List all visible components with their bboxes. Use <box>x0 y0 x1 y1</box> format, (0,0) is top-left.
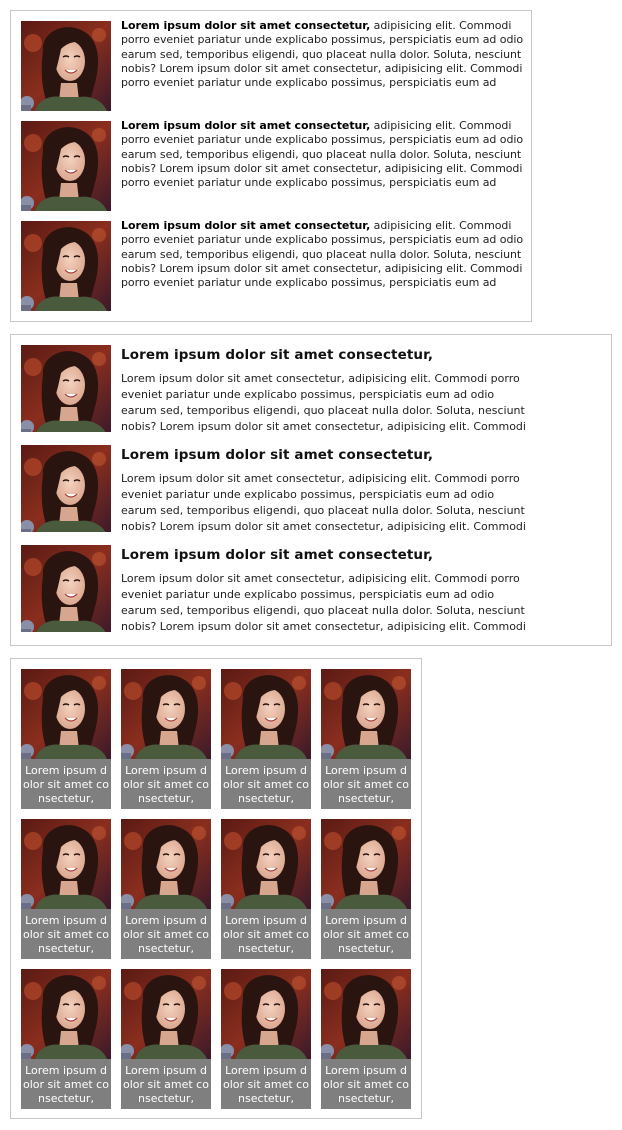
card-caption: Lorem ipsum dolor sit amet consectetur, <box>323 914 409 955</box>
list-section-inline: Lorem ipsum dolor sit amet consectetur, … <box>10 10 532 322</box>
grid-card[interactable]: Lorem ipsum dolor sit amet consectetur, <box>321 819 411 959</box>
card-image[interactable] <box>21 969 111 1059</box>
grid-card[interactable]: Lorem ipsum dolor sit amet consectetur, <box>321 969 411 1109</box>
portrait-photo <box>121 969 211 1059</box>
grid-card[interactable]: Lorem ipsum dolor sit amet consectetur, <box>21 819 111 959</box>
portrait-photo <box>21 121 111 211</box>
thumbnail-image[interactable] <box>21 121 111 211</box>
card-image[interactable] <box>121 669 211 759</box>
card-caption: Lorem ipsum dolor sit amet consectetur, <box>223 1064 309 1105</box>
item-title: Lorem ipsum dolor sit amet consectetur, <box>121 119 371 132</box>
grid-card[interactable]: Lorem ipsum dolor sit amet consectetur, <box>221 969 311 1109</box>
item-heading[interactable]: Lorem ipsum dolor sit amet consectetur, <box>121 547 601 563</box>
item-heading[interactable]: Lorem ipsum dolor sit amet consectetur, <box>121 347 601 363</box>
card-caption: Lorem ipsum dolor sit amet consectetur, <box>123 764 209 805</box>
portrait-photo <box>21 21 111 111</box>
grid-card[interactable]: Lorem ipsum dolor sit amet consectetur, <box>321 669 411 809</box>
portrait-photo <box>221 669 311 759</box>
grid-card[interactable]: Lorem ipsum dolor sit amet consectetur, <box>221 669 311 809</box>
item-body: Lorem ipsum dolor sit amet consectetur, … <box>121 472 526 533</box>
thumbnail-image[interactable] <box>21 21 111 111</box>
grid-card[interactable]: Lorem ipsum dolor sit amet consectetur, <box>221 819 311 959</box>
thumbnail-image[interactable] <box>21 345 111 432</box>
card-caption: Lorem ipsum dolor sit amet consectetur, <box>123 1064 209 1105</box>
item-text: Lorem ipsum dolor sit amet consectetur, … <box>121 19 529 90</box>
portrait-photo <box>221 819 311 909</box>
thumbnail-image[interactable] <box>21 221 111 311</box>
grid-card[interactable]: Lorem ipsum dolor sit amet consectetur, <box>121 669 211 809</box>
portrait-photo <box>121 669 211 759</box>
thumbnail-image[interactable] <box>21 445 111 532</box>
grid-card[interactable]: Lorem ipsum dolor sit amet consectetur, <box>21 669 111 809</box>
portrait-photo <box>221 969 311 1059</box>
item-heading[interactable]: Lorem ipsum dolor sit amet consectetur, <box>121 447 601 463</box>
card-image[interactable] <box>321 969 411 1059</box>
card-caption: Lorem ipsum dolor sit amet consectetur, <box>23 914 109 955</box>
card-caption: Lorem ipsum dolor sit amet consectetur, <box>23 1064 109 1105</box>
card-image[interactable] <box>321 819 411 909</box>
item-title: Lorem ipsum dolor sit amet consectetur, <box>121 19 371 32</box>
grid-card[interactable]: Lorem ipsum dolor sit amet consectetur, <box>21 969 111 1109</box>
card-image[interactable] <box>221 969 311 1059</box>
card-image[interactable] <box>21 669 111 759</box>
card-caption: Lorem ipsum dolor sit amet consectetur, <box>223 914 309 955</box>
item-title: Lorem ipsum dolor sit amet consectetur, <box>121 219 371 232</box>
grid-card[interactable]: Lorem ipsum dolor sit amet consectetur, <box>121 969 211 1109</box>
portrait-photo <box>21 969 111 1059</box>
thumbnail-image[interactable] <box>21 545 111 632</box>
item-body: Lorem ipsum dolor sit amet consectetur, … <box>121 572 526 633</box>
card-image[interactable] <box>221 669 311 759</box>
grid-card[interactable]: Lorem ipsum dolor sit amet consectetur, <box>121 819 211 959</box>
portrait-photo <box>21 819 111 909</box>
item-text: Lorem ipsum dolor sit amet consectetur, … <box>121 219 529 290</box>
portrait-photo <box>321 969 411 1059</box>
portrait-photo <box>321 669 411 759</box>
card-caption: Lorem ipsum dolor sit amet consectetur, <box>123 914 209 955</box>
item-text: Lorem ipsum dolor sit amet consectetur, … <box>121 119 529 190</box>
list-section-heading: Lorem ipsum dolor sit amet consectetur, … <box>10 334 612 646</box>
portrait-photo <box>321 819 411 909</box>
portrait-photo <box>21 669 111 759</box>
card-image[interactable] <box>21 819 111 909</box>
portrait-photo <box>21 345 111 432</box>
card-caption: Lorem ipsum dolor sit amet consectetur, <box>23 764 109 805</box>
card-grid: Lorem ipsum dolor sit amet consectetur, <box>10 658 422 1119</box>
portrait-photo <box>21 545 111 632</box>
card-caption: Lorem ipsum dolor sit amet consectetur, <box>323 1064 409 1105</box>
item-body: Lorem ipsum dolor sit amet consectetur, … <box>121 372 526 433</box>
card-image[interactable] <box>121 969 211 1059</box>
portrait-photo <box>21 221 111 311</box>
card-caption: Lorem ipsum dolor sit amet consectetur, <box>223 764 309 805</box>
card-caption: Lorem ipsum dolor sit amet consectetur, <box>323 764 409 805</box>
card-image[interactable] <box>321 669 411 759</box>
portrait-photo <box>21 445 111 532</box>
portrait-photo <box>121 819 211 909</box>
card-image[interactable] <box>121 819 211 909</box>
card-image[interactable] <box>221 819 311 909</box>
